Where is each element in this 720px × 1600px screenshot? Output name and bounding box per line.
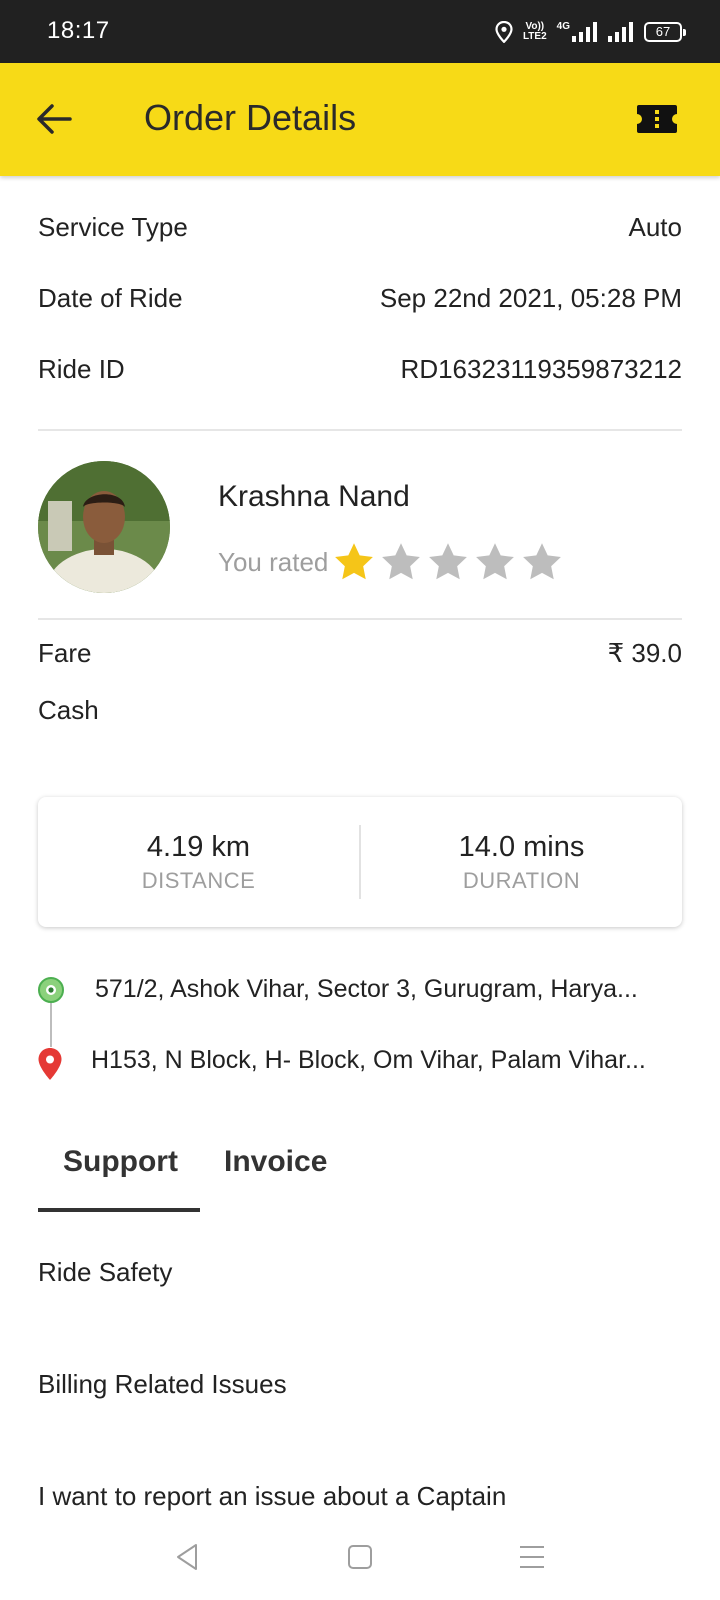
drop-address[interactable]: H153, N Block, H- Block, Om Vihar, Palam… [91,1046,646,1075]
support-item-report-captain[interactable]: I want to report an issue about a Captai… [38,1481,506,1512]
star-empty-icon [523,543,562,580]
distance-value: 4.19 km [146,830,251,863]
volte-icon: Vo)) LTE2 [522,21,547,42]
distance-label: DISTANCE [141,867,256,893]
payment-method: Cash [38,695,99,725]
tab-invoice[interactable]: Invoice [224,1145,327,1179]
app-bar: Order Details [0,63,720,176]
duration-value: 14.0 mins [458,830,585,863]
duration-cell: 14.0 mins DURATION [361,797,682,927]
service-type-row: Service Type Auto [38,212,682,243]
ticket-icon[interactable] [636,103,678,135]
page-title: Order Details [144,97,357,138]
signal-icon [608,22,633,42]
route-line [50,1003,52,1047]
ride-id-value: RD16323119359873212 [400,354,682,384]
star-empty-icon [429,543,468,580]
nav-back-icon[interactable] [174,1542,200,1572]
location-icon [495,21,513,43]
star-empty-icon [476,543,515,580]
status-bar: 18:17 Vo)) LTE2 4G 67 [0,0,720,63]
fare-label: Fare [38,638,92,668]
star-filled-icon [335,543,374,580]
nav-home-icon[interactable] [347,1542,373,1572]
pickup-dot-icon [38,977,64,1003]
divider [38,429,682,431]
divider [38,618,682,620]
active-tab-indicator [38,1208,200,1212]
pickup-address[interactable]: 571/2, Ashok Vihar, Sector 3, Gurugram, … [95,975,638,1004]
distance-cell: 4.19 km DISTANCE [38,797,359,927]
status-icons: Vo)) LTE2 4G 67 [495,18,686,46]
date-value: Sep 22nd 2021, 05:28 PM [379,283,682,313]
signal-4g-icon: 4G [557,22,598,42]
rated-label: You rated [218,546,329,577]
tab-support[interactable]: Support [63,1145,178,1179]
payment-method-row: Cash [38,695,99,726]
fare-row: Fare ₹ 39.0 [38,638,682,669]
system-nav-bar [0,1520,720,1600]
service-type-label: Service Type [38,212,188,242]
support-item-ride-safety[interactable]: Ride Safety [38,1257,172,1288]
star-empty-icon [382,543,421,580]
ride-id-row: Ride ID RD16323119359873212 [38,354,682,385]
duration-label: DURATION [462,867,581,893]
ride-id-label: Ride ID [38,354,125,384]
rating-row: You rated [218,540,567,584]
captain-name: Krashna Nand [218,480,410,513]
support-item-billing[interactable]: Billing Related Issues [38,1369,287,1400]
arrow-left-icon[interactable] [34,99,74,139]
battery-icon: 67 [644,22,686,42]
date-row: Date of Ride Sep 22nd 2021, 05:28 PM [38,283,682,314]
trip-stats-card: 4.19 km DISTANCE 14.0 mins DURATION [38,797,682,927]
status-time: 18:17 [47,17,110,44]
date-label: Date of Ride [38,283,183,313]
nav-menu-icon[interactable] [519,1542,545,1572]
drop-pin-icon [38,1048,62,1080]
fare-value: ₹ 39.0 [607,638,682,668]
star-rating [332,540,567,584]
service-type-value: Auto [628,212,683,242]
avatar [38,461,170,593]
